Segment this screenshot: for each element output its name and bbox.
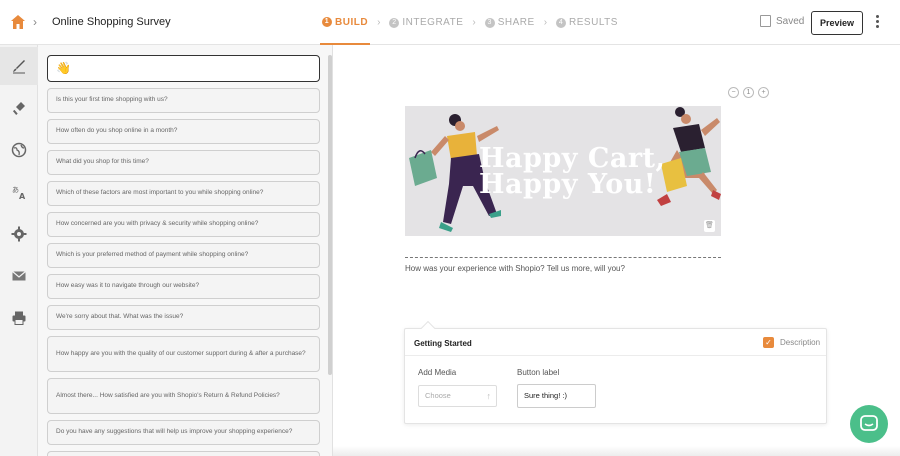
home-icon[interactable] [10, 14, 26, 30]
step-number: 1 [322, 17, 332, 27]
question-item[interactable]: What did you shop for this time? [47, 150, 320, 175]
question-item[interactable]: How often do you shop online in a month? [47, 119, 320, 144]
description-toggle[interactable]: ✓ Description [763, 337, 820, 348]
chevron-right-icon: › [377, 17, 381, 28]
checkbox-checked-icon[interactable]: ✓ [763, 337, 774, 348]
canvas-bottom-edge [333, 446, 900, 456]
trash-icon[interactable]: 🗑 [704, 220, 715, 232]
globe-icon[interactable] [0, 131, 38, 169]
step-build[interactable]: 1 BUILD [320, 1, 371, 45]
hero-line-2: Happy You! [479, 169, 657, 200]
question-item[interactable]: Which is your preferred method of paymen… [47, 243, 320, 268]
gear-icon[interactable] [0, 215, 38, 253]
brush-icon[interactable] [0, 47, 38, 85]
top-bar: › Online Shopping Survey 1 BUILD › 2 INT… [0, 0, 900, 45]
paint-roller-icon[interactable] [0, 89, 38, 127]
question-item[interactable]: Do you have any suggestions that will he… [47, 420, 320, 445]
step-integrate[interactable]: 2 INTEGRATE [387, 0, 465, 45]
question-item[interactable]: How concerned are you with privacy & sec… [47, 212, 320, 237]
svg-text:あ: あ [12, 186, 19, 194]
slide-controls: − 1 + [728, 87, 769, 98]
question-item[interactable]: Which of these factors are most importan… [47, 181, 320, 206]
minus-control[interactable]: − [728, 87, 739, 98]
question-item[interactable]: We're sorry about that. What was the iss… [47, 305, 320, 330]
question-list: 👋 Is this your first time shopping with … [38, 45, 333, 456]
step-number: 4 [556, 17, 567, 28]
saved-status: Saved [760, 15, 804, 27]
chevron-right-icon: › [33, 15, 37, 29]
step-nav: 1 BUILD › 2 INTEGRATE › 3 SHARE › 4 RESU… [320, 0, 620, 45]
mail-icon[interactable] [0, 257, 38, 295]
upload-icon[interactable]: ↑ [487, 386, 492, 406]
preview-button[interactable]: Preview [811, 11, 863, 35]
svg-text:A: A [19, 192, 26, 200]
step-share[interactable]: 3 SHARE [483, 0, 537, 45]
step-label: BUILD [335, 16, 369, 28]
saved-label: Saved [776, 15, 805, 27]
chevron-right-icon: › [543, 17, 548, 28]
card-header: Getting Started ✓ Description [405, 329, 826, 356]
count-control[interactable]: 1 [743, 87, 754, 98]
survey-title[interactable]: Online Shopping Survey [52, 16, 171, 28]
printer-icon[interactable] [0, 299, 38, 337]
step-label: RESULTS [569, 17, 618, 28]
chat-icon [860, 415, 878, 431]
question-item[interactable]: Almost there... How satisfied are you wi… [47, 378, 320, 414]
more-options-icon[interactable] [876, 15, 880, 30]
tool-rail: あA [0, 45, 38, 456]
step-number: 2 [389, 17, 400, 28]
card-title: Getting Started [414, 339, 472, 348]
question-item-welcome[interactable]: 👋 [47, 55, 320, 82]
question-settings-card: Getting Started ✓ Description Add Media … [404, 320, 827, 424]
step-results[interactable]: 4 RESULTS [554, 0, 620, 45]
question-item[interactable]: Is this your first time shopping with us… [47, 88, 320, 113]
step-label: SHARE [497, 17, 535, 28]
question-list-scrollbar[interactable] [328, 55, 332, 375]
divider [405, 257, 721, 258]
hero-headline: Happy Cart, Happy You! [479, 145, 665, 200]
translate-icon[interactable]: あA [0, 173, 38, 211]
plus-control[interactable]: + [758, 87, 769, 98]
question-item[interactable]: How easy was it to navigate through our … [47, 274, 320, 299]
description-label: Description [780, 338, 821, 347]
add-media-field[interactable]: Choose ↑ [418, 385, 497, 407]
chevron-right-icon: › [472, 17, 476, 28]
hero-image: Happy Cart, Happy You! 🗑 [405, 106, 721, 236]
question-item[interactable] [47, 451, 320, 456]
step-number: 3 [484, 17, 495, 28]
save-disk-icon [760, 15, 771, 27]
step-label: INTEGRATE [402, 17, 464, 28]
question-text[interactable]: How was your experience with Shopio? Tel… [405, 264, 625, 273]
question-item[interactable]: How happy are you with the quality of ou… [47, 336, 320, 372]
media-placeholder: Choose [425, 391, 451, 400]
button-label-input[interactable]: Sure thing! :) [517, 384, 596, 408]
chat-widget-button[interactable] [850, 405, 888, 443]
button-label-label: Button label [517, 368, 560, 377]
add-media-label: Add Media [418, 368, 457, 377]
